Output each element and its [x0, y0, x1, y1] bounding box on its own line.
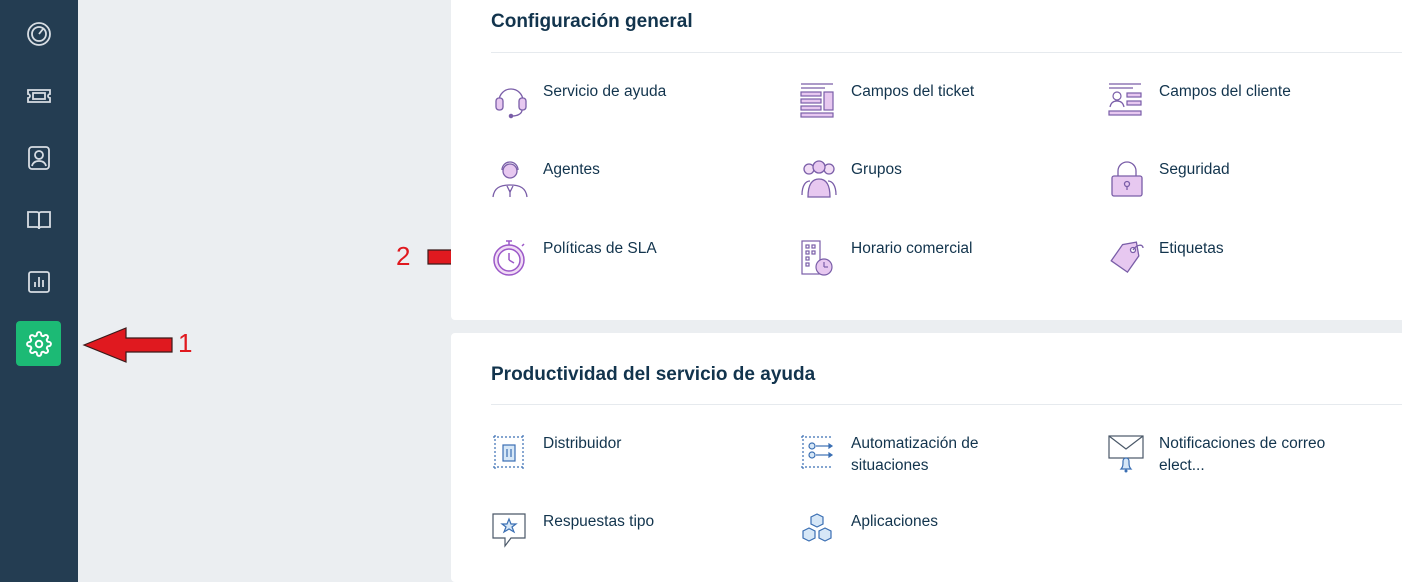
automation-icon	[799, 433, 839, 473]
general-settings-card: Configuración general Servicio de ayuda …	[451, 0, 1402, 320]
customer-fields-icon	[1107, 81, 1147, 121]
setting-helpdesk[interactable]: Servicio de ayuda	[491, 81, 713, 121]
annotation-label-2: 2	[396, 241, 411, 271]
productivity-card: Productividad del servicio de ayuda Dist…	[451, 333, 1402, 582]
nav-admin[interactable]	[16, 321, 61, 366]
setting-dispatcher[interactable]: Distribuidor	[491, 433, 713, 473]
email-notification-icon	[1107, 433, 1147, 473]
setting-label: Etiquetas	[1159, 240, 1224, 257]
section-title: Configuración general	[491, 11, 693, 32]
canned-response-icon	[491, 511, 531, 551]
setting-label: Campos del cliente	[1159, 83, 1291, 100]
apps-icon	[799, 511, 839, 551]
setting-label: Respuestas tipo	[543, 513, 655, 530]
setting-security[interactable]: Seguridad	[1107, 159, 1329, 199]
setting-agents[interactable]: Agentes	[491, 159, 713, 199]
dispatcher-icon	[491, 433, 531, 473]
setting-label: Notificaciones de correo elect...	[1159, 435, 1326, 474]
setting-sla-policies[interactable]: Políticas de SLA	[491, 238, 713, 278]
stopwatch-icon	[491, 238, 531, 278]
setting-label: Agentes	[543, 161, 600, 178]
setting-ticket-fields[interactable]: Campos del ticket	[799, 81, 1021, 121]
tag-icon	[1107, 238, 1147, 278]
section-title: Productividad del servicio de ayuda	[491, 364, 816, 385]
sidebar	[0, 0, 78, 582]
agent-icon	[491, 159, 531, 199]
setting-label: Servicio de ayuda	[543, 83, 667, 100]
ticket-fields-icon	[799, 81, 839, 121]
setting-label: Automatización de situaciones	[851, 435, 979, 474]
divider	[491, 404, 1402, 405]
business-hours-icon	[799, 238, 839, 278]
setting-label: Distribuidor	[543, 435, 622, 452]
divider	[491, 52, 1402, 53]
lock-icon	[1107, 159, 1147, 199]
annotation-label-1: 1	[178, 328, 193, 358]
setting-scenario-automation[interactable]: Automatización de situaciones	[799, 433, 1021, 477]
setting-label: Seguridad	[1159, 161, 1230, 178]
contact-icon	[27, 145, 50, 170]
setting-tags[interactable]: Etiquetas	[1107, 238, 1329, 278]
ticket-icon	[26, 88, 51, 103]
setting-label: Horario comercial	[851, 240, 973, 257]
setting-label: Políticas de SLA	[543, 240, 657, 257]
dashboard-icon	[26, 21, 51, 46]
setting-label: Aplicaciones	[851, 513, 939, 530]
groups-icon	[799, 159, 839, 199]
nav-reports[interactable]	[16, 259, 61, 304]
book-icon	[26, 210, 51, 229]
setting-label: Campos del ticket	[851, 83, 975, 100]
nav-knowledge-base[interactable]	[16, 197, 61, 242]
reports-icon	[27, 270, 50, 293]
gear-icon	[25, 330, 52, 357]
nav-contacts[interactable]	[16, 135, 61, 180]
setting-groups[interactable]: Grupos	[799, 159, 1021, 199]
setting-canned-responses[interactable]: Respuestas tipo	[491, 511, 713, 551]
setting-apps[interactable]: Aplicaciones	[799, 511, 1021, 551]
setting-email-notifications[interactable]: Notificaciones de correo elect...	[1107, 433, 1329, 477]
setting-customer-fields[interactable]: Campos del cliente	[1107, 81, 1329, 121]
setting-business-hours[interactable]: Horario comercial	[799, 238, 1021, 278]
setting-label: Grupos	[851, 161, 902, 178]
headset-icon	[491, 81, 531, 121]
nav-tickets[interactable]	[16, 73, 61, 118]
annotation-arrow-1	[82, 327, 173, 363]
nav-dashboard[interactable]	[16, 11, 61, 56]
